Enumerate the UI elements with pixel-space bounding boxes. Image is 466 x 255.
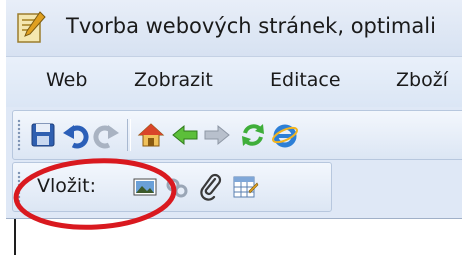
insert-toolbar: Vložit: — [12, 162, 332, 212]
insert-label: Vložit: — [37, 175, 97, 197]
main-toolbar — [12, 110, 462, 160]
redo-icon[interactable] — [93, 121, 121, 149]
home-icon[interactable] — [137, 121, 165, 149]
toolbar-grip[interactable] — [17, 171, 21, 203]
window-title: Tvorba webových stránek, optimali — [66, 14, 436, 38]
application-window: Tvorba webových stránek, optimali Web Zo… — [6, 0, 462, 255]
undo-icon[interactable] — [61, 121, 89, 149]
editor-content-area[interactable] — [6, 218, 462, 255]
toolbar-grip[interactable] — [17, 119, 21, 151]
content-edge — [14, 219, 16, 255]
refresh-icon[interactable] — [239, 121, 267, 149]
insert-image-icon[interactable] — [131, 173, 159, 201]
back-arrow-icon[interactable] — [171, 121, 199, 149]
menu-web[interactable]: Web — [46, 69, 87, 91]
menu-zobrazit[interactable]: Zobrazit — [134, 69, 213, 91]
insert-link-icon[interactable] — [163, 173, 191, 201]
menu-zbozi[interactable]: Zboží — [396, 69, 448, 91]
attachment-icon[interactable] — [197, 173, 225, 201]
internet-explorer-icon[interactable] — [271, 121, 299, 149]
title-bar: Tvorba webových stránek, optimali — [6, 0, 462, 57]
insert-table-icon[interactable] — [231, 173, 259, 201]
menu-bar: Web Zobrazit Editace Zboží — [6, 57, 462, 107]
menu-editace[interactable]: Editace — [270, 69, 341, 91]
save-icon[interactable] — [29, 121, 57, 149]
document-pen-icon — [17, 11, 46, 43]
forward-arrow-icon[interactable] — [203, 121, 231, 149]
toolbar-separator — [127, 119, 131, 151]
